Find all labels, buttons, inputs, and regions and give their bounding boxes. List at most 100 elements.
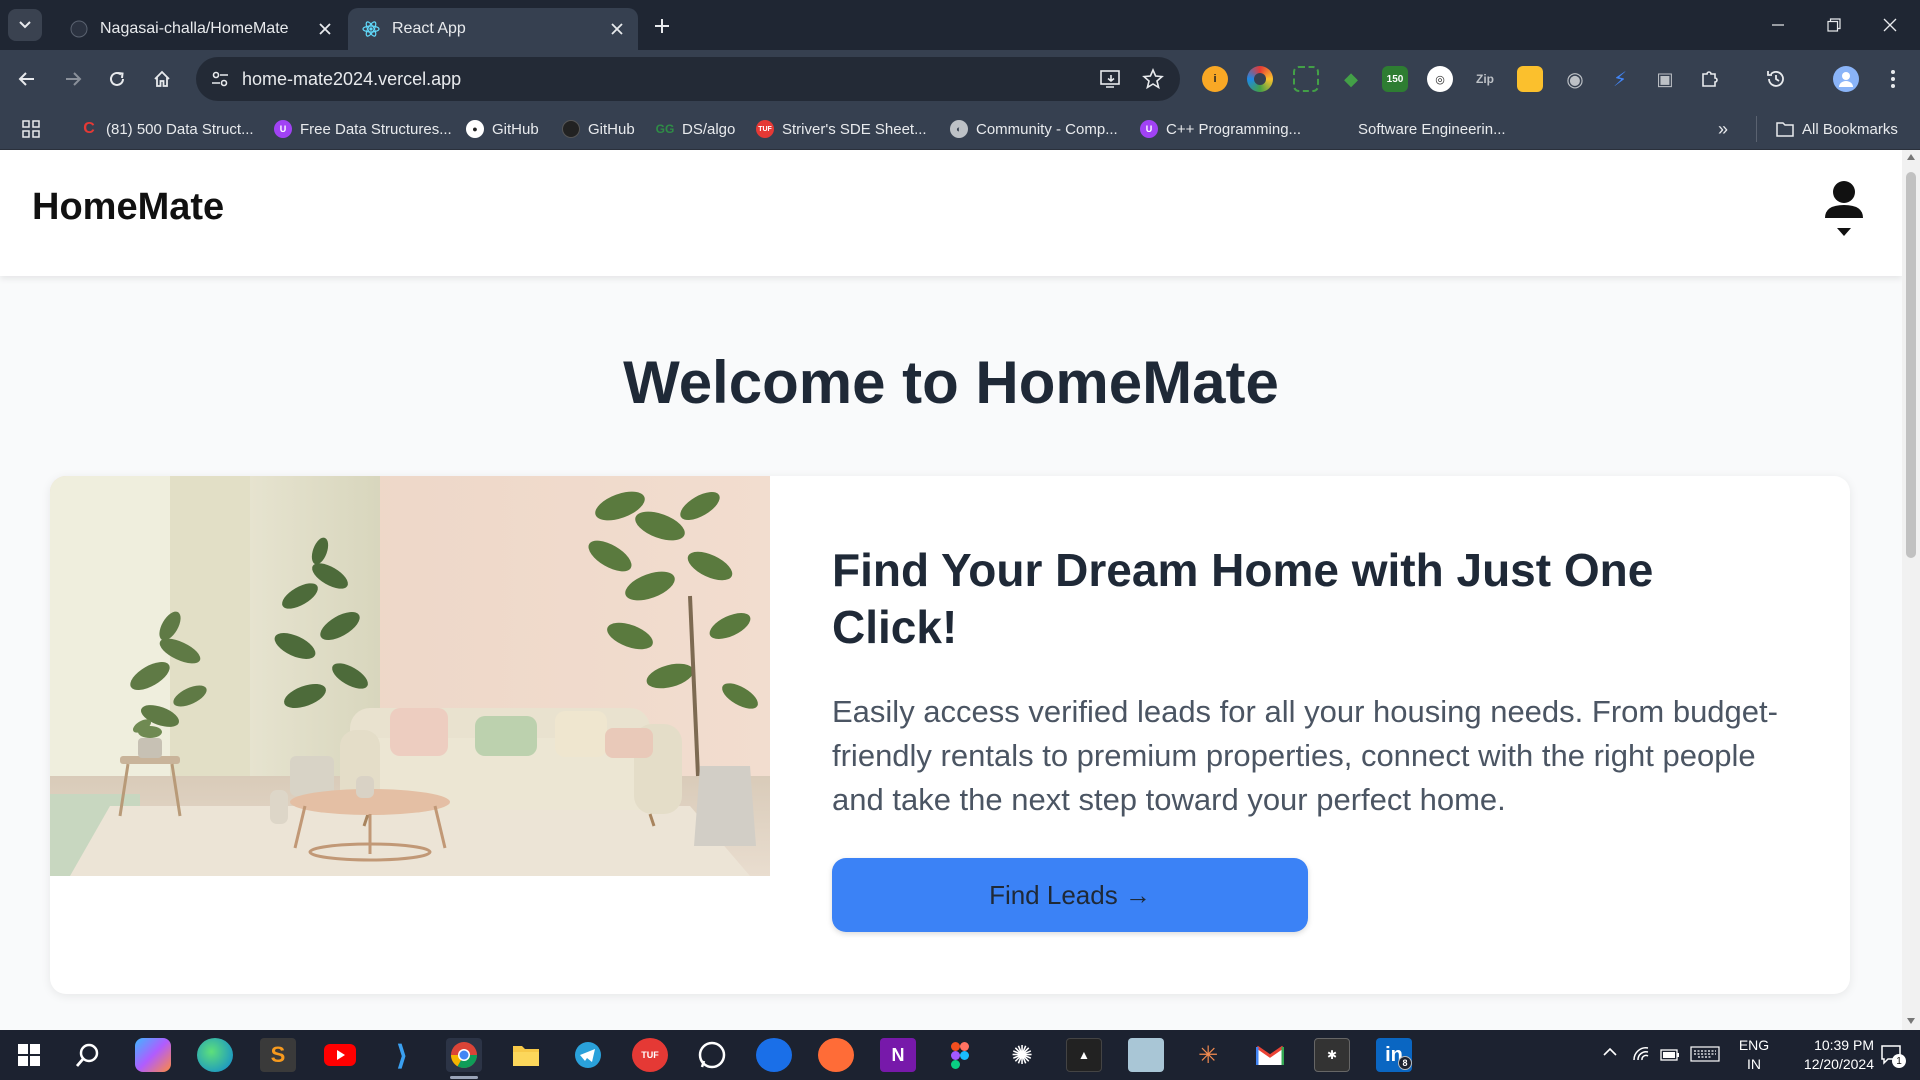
restore-button[interactable] — [1814, 10, 1854, 40]
page-scrollbar[interactable] — [1902, 150, 1920, 1030]
u-icon: U — [274, 120, 292, 138]
divider — [1756, 116, 1757, 142]
tab-react-app[interactable]: React App — [348, 8, 638, 50]
wifi-icon[interactable] — [1632, 1046, 1650, 1067]
file-explorer-icon[interactable] — [508, 1038, 544, 1072]
address-bar[interactable]: home-mate2024.vercel.app — [196, 57, 1180, 101]
more-menu-icon[interactable] — [1880, 66, 1906, 92]
extension-icon[interactable]: ◆ — [1338, 66, 1364, 92]
minimize-button[interactable] — [1758, 10, 1798, 40]
bookmark-label: Free Data Structures... — [300, 120, 452, 138]
bookmark-item[interactable]: GitHub — [562, 118, 635, 140]
close-icon — [1883, 18, 1897, 32]
language-indicator[interactable]: ENG IN — [1734, 1036, 1774, 1074]
extension-icon[interactable]: Zip — [1472, 66, 1498, 92]
bookmark-label: GitHub — [588, 120, 635, 138]
bookmark-item[interactable]: U C++ Programming... — [1140, 118, 1301, 140]
extension-icon[interactable] — [1247, 66, 1273, 92]
tab-search-button[interactable] — [8, 9, 42, 41]
chevron-down-icon — [19, 21, 31, 29]
user-menu-button[interactable] — [1820, 178, 1868, 240]
battery-icon[interactable] — [1660, 1048, 1680, 1066]
whatsapp-icon[interactable] — [694, 1038, 730, 1072]
notification-center-icon[interactable]: 1 — [1880, 1044, 1906, 1071]
bookmarks-bar: C (81) 500 Data Struct... U Free Data Stru… — [0, 108, 1920, 150]
bookmark-item[interactable]: C (81) 500 Data Struct... — [80, 118, 254, 140]
brand-logo[interactable]: HomeMate — [32, 186, 224, 229]
tuf-icon[interactable]: TUF — [632, 1038, 668, 1072]
extensions-puzzle-icon[interactable] — [1697, 66, 1723, 92]
arrow-left-icon — [18, 72, 34, 86]
scroll-up-icon[interactable] — [1907, 154, 1915, 160]
app-icon[interactable] — [1128, 1038, 1164, 1072]
search-icon[interactable] — [70, 1038, 106, 1072]
bookmark-item[interactable]: U Free Data Structures... — [274, 118, 452, 140]
extension-icon[interactable]: i — [1202, 66, 1228, 92]
extension-icon[interactable] — [1517, 66, 1543, 92]
geeks-icon: GG — [655, 122, 675, 136]
forward-button[interactable] — [56, 62, 90, 96]
gmail-icon[interactable] — [1252, 1038, 1288, 1072]
bookmark-item[interactable]: TUF Striver's SDE Sheet... — [756, 118, 927, 140]
home-button[interactable] — [145, 62, 179, 96]
find-leads-button[interactable]: Find Leads → — [832, 858, 1308, 932]
github-icon: ● — [466, 120, 484, 138]
more-bookmarks-icon[interactable]: » — [1718, 118, 1728, 140]
app-icon[interactable]: ✳ — [1190, 1038, 1226, 1072]
bookmark-item[interactable]: Software Engineerin... — [1332, 118, 1506, 140]
copilot-icon[interactable] — [135, 1038, 171, 1072]
history-icon[interactable] — [1763, 66, 1789, 92]
bookmark-item[interactable]: GG DS/algo — [655, 118, 736, 140]
bookmark-item[interactable]: ◐ Community - Comp... — [950, 118, 1118, 140]
extension-icon[interactable]: 150 — [1382, 66, 1408, 92]
github-icon — [70, 20, 88, 38]
telegram-icon[interactable] — [570, 1038, 606, 1072]
bookmark-item[interactable]: ● GitHub — [466, 118, 539, 140]
clock[interactable]: 10:39 PM 12/20/2024 — [1774, 1036, 1874, 1074]
page-viewport: HomeMate Welcome to HomeMate Find Your D… — [0, 150, 1902, 1030]
sublime-icon[interactable]: S — [260, 1038, 296, 1072]
onenote-icon[interactable]: N — [880, 1038, 916, 1072]
github-icon — [562, 120, 580, 138]
site-info-icon[interactable] — [210, 69, 230, 94]
extension-icon[interactable]: ◉ — [1562, 66, 1588, 92]
apps-icon[interactable] — [22, 118, 40, 140]
scrollbar-thumb[interactable] — [1906, 172, 1916, 558]
extension-icon[interactable] — [1293, 66, 1319, 92]
new-tab-button[interactable] — [648, 12, 676, 40]
all-bookmarks-button[interactable]: All Bookmarks — [1776, 118, 1898, 140]
edge-icon[interactable] — [197, 1038, 233, 1072]
linkedin-icon[interactable]: in 8 — [1376, 1038, 1412, 1072]
phone-link-icon[interactable] — [756, 1038, 792, 1072]
reload-button[interactable] — [100, 62, 134, 96]
chrome-icon[interactable] — [446, 1038, 482, 1079]
close-icon[interactable] — [608, 20, 626, 38]
bookmark-label: (81) 500 Data Struct... — [106, 120, 254, 138]
install-app-icon[interactable] — [1100, 69, 1122, 94]
youtube-icon[interactable] — [322, 1038, 358, 1072]
app-icon[interactable]: ✱ — [1314, 1038, 1350, 1072]
back-button[interactable] — [10, 62, 44, 96]
extension-icon[interactable]: ⚡ — [1607, 66, 1633, 92]
scroll-down-icon[interactable] — [1907, 1018, 1915, 1024]
time-text: 10:39 PM — [1814, 1037, 1874, 1053]
app-header: HomeMate — [0, 150, 1902, 276]
chevron-up-icon[interactable] — [1602, 1044, 1618, 1065]
figma-icon[interactable] — [942, 1038, 978, 1072]
profile-avatar[interactable] — [1833, 66, 1859, 92]
tab-github[interactable]: Nagasai-challa/HomeMate — [56, 8, 346, 50]
close-icon[interactable] — [316, 20, 334, 38]
app-icon[interactable]: ▲ — [1066, 1038, 1102, 1072]
close-window-button[interactable] — [1870, 10, 1910, 40]
postman-icon[interactable] — [818, 1038, 854, 1072]
react-icon — [362, 20, 380, 38]
keyboard-icon[interactable] — [1690, 1046, 1720, 1067]
c-icon: C — [83, 120, 95, 137]
extension-icon[interactable]: ◎ — [1427, 66, 1453, 92]
bookmark-label: DS/algo — [682, 120, 736, 138]
camera-icon[interactable]: ▣ — [1652, 66, 1678, 92]
windows-start-icon[interactable] — [11, 1038, 47, 1072]
vscode-icon[interactable]: ⟩ — [384, 1038, 420, 1072]
chatgpt-icon[interactable]: ✺ — [1004, 1038, 1040, 1072]
star-icon[interactable] — [1142, 67, 1164, 95]
